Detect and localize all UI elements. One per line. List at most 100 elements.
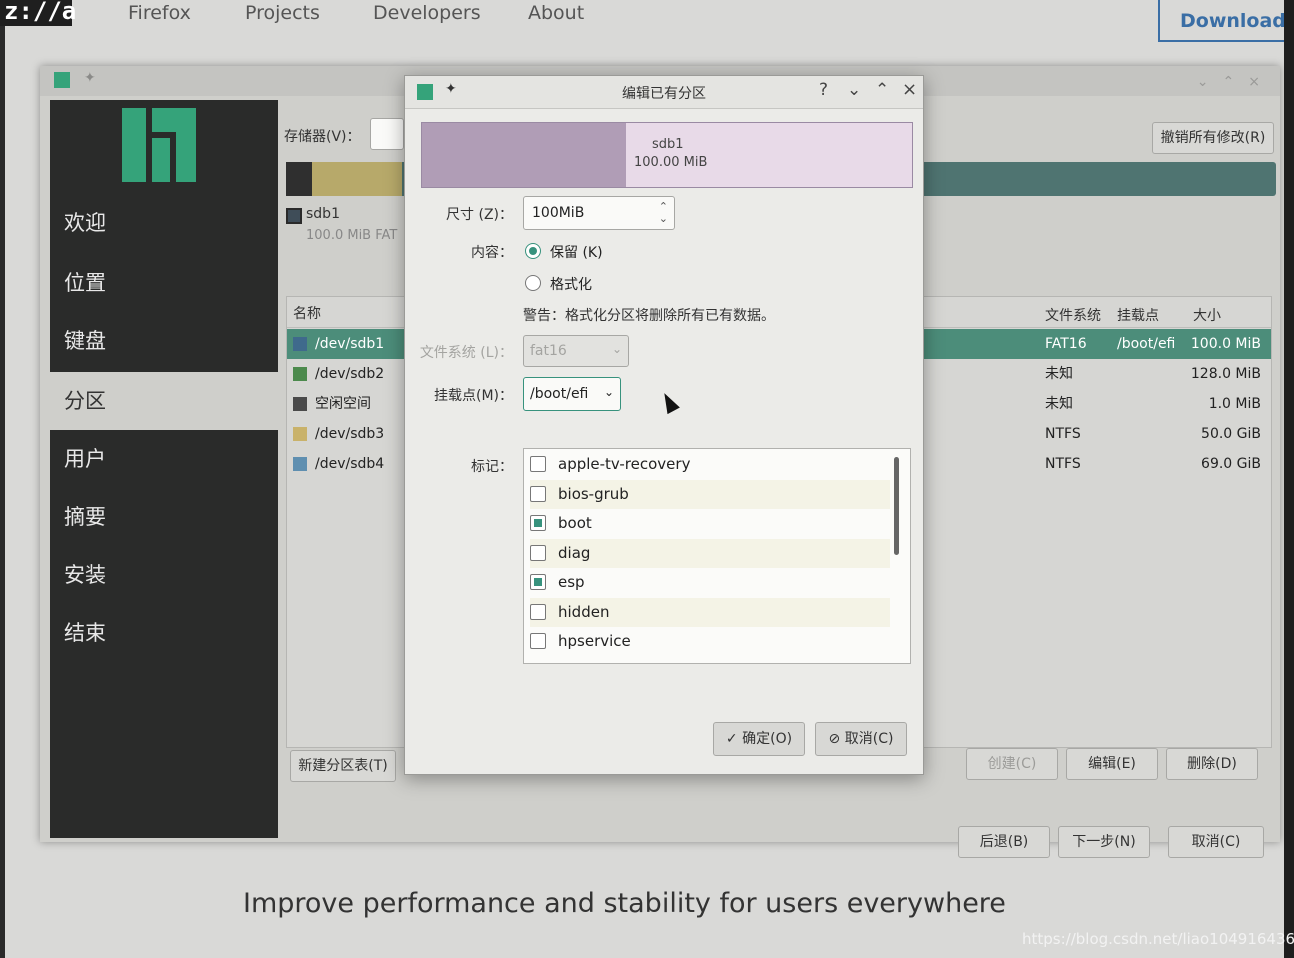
partition-size: 100.0 MiB — [1190, 336, 1261, 352]
flag-label[interactable]: hpservice — [558, 627, 631, 656]
format-radio-label[interactable]: 格式化 — [550, 274, 592, 294]
flag-item[interactable]: esp — [530, 568, 890, 597]
partition-name: 空闲空间 — [315, 396, 371, 412]
chevron-down-icon[interactable]: ⌄ — [604, 385, 614, 399]
mountpoint-value: /boot/efi — [530, 386, 589, 402]
size-value: 100MiB — [532, 205, 585, 221]
flag-checkbox[interactable] — [530, 485, 546, 502]
flag-item[interactable]: bios-grub — [530, 479, 890, 509]
partition-size: 1.0 MiB — [1208, 396, 1261, 412]
delete-button[interactable]: 删除(D) — [1166, 748, 1258, 780]
partition-preview-size: 100.00 MiB — [634, 155, 708, 170]
partition-name: /dev/sdb3 — [315, 426, 385, 442]
next-button[interactable]: 下一步(N) — [1058, 826, 1150, 858]
column-filesystem[interactable]: 文件系统 — [1045, 305, 1101, 325]
window-controls[interactable]: ⌄⌃× — [1197, 74, 1274, 90]
edit-button[interactable]: 编辑(E) — [1066, 748, 1158, 780]
legend-swatch — [286, 208, 302, 224]
storage-select[interactable] — [370, 118, 404, 150]
partition-filesystem: 未知 — [1045, 366, 1073, 382]
storage-label: 存储器(V)： — [284, 129, 361, 145]
flag-item[interactable]: apple-tv-recovery — [530, 450, 890, 479]
flag-label[interactable]: diag — [558, 539, 590, 568]
keep-radio-label[interactable]: 保留 (K) — [550, 242, 603, 262]
flag-label[interactable]: bios-grub — [558, 480, 629, 509]
partition-color-swatch — [293, 367, 307, 381]
minimize-button[interactable]: ⌄ — [847, 80, 861, 100]
sidebar-step-finish: 结束 — [64, 621, 106, 645]
nav-about[interactable]: About — [528, 2, 584, 24]
nav-projects[interactable]: Projects — [245, 2, 320, 24]
partition-size: 128.0 MiB — [1190, 366, 1261, 382]
size-spinbox[interactable]: 100MiB ⌃ ⌄ — [523, 196, 675, 230]
right-frame-edge — [1284, 0, 1294, 958]
close-button[interactable]: × — [902, 79, 917, 100]
flag-label[interactable]: boot — [558, 509, 592, 538]
flags-list: apple-tv-recovery bios-grub boot diag esp hid… — [523, 448, 911, 664]
sidebar-step-install: 安装 — [64, 563, 106, 587]
back-button[interactable]: 后退(B) — [958, 826, 1050, 858]
flag-label[interactable]: hidden — [558, 598, 609, 627]
filesystem-select[interactable]: fat16 ⌄ — [523, 335, 629, 367]
partition-preview-name: sdb1 — [652, 137, 684, 152]
nav-firefox[interactable]: Firefox — [128, 2, 191, 24]
cancel-button-label: 取消(C) — [844, 731, 894, 747]
legend-name: sdb1 — [306, 206, 340, 222]
check-icon: ✓ — [725, 731, 738, 747]
flag-item[interactable]: hpservice — [530, 627, 890, 656]
ok-button-label: 确定(O) — [742, 731, 793, 747]
keep-radio[interactable] — [525, 243, 541, 259]
flag-checkbox[interactable] — [530, 603, 546, 620]
content-label: 内容： — [471, 245, 513, 261]
maximize-button[interactable]: ⌃ — [875, 80, 889, 100]
flag-item[interactable]: boot — [530, 509, 890, 538]
spin-arrows-icon[interactable]: ⌃ ⌄ — [659, 201, 668, 225]
help-button[interactable]: ? — [819, 80, 828, 100]
ok-button[interactable]: ✓ 确定(O) — [713, 722, 805, 756]
cancel-install-button[interactable]: 取消(C) — [1168, 826, 1264, 858]
flag-checkbox[interactable] — [530, 515, 546, 531]
flag-checkbox[interactable] — [530, 633, 546, 649]
left-frame-edge — [0, 0, 5, 958]
download-button[interactable]: Download F — [1158, 0, 1294, 42]
flag-checkbox[interactable] — [530, 456, 546, 472]
nav-developers[interactable]: Developers — [373, 2, 481, 24]
partition-preview-fill — [422, 123, 626, 187]
site-tagline: Improve performance and stability for us… — [243, 888, 1006, 919]
sidebar-step-partitions: 分区 — [50, 372, 278, 430]
flag-item[interactable]: diag — [530, 538, 890, 568]
column-name[interactable]: 名称 — [293, 303, 321, 323]
sidebar-step-users: 用户 — [64, 447, 106, 471]
partition-size: 50.0 GiB — [1201, 426, 1261, 442]
flag-label[interactable]: esp — [558, 568, 585, 597]
partition-color-swatch — [293, 397, 307, 411]
flags-scrollbar[interactable] — [894, 457, 899, 555]
chevron-down-icon: ⌄ — [611, 342, 622, 356]
create-button[interactable]: 创建(C) — [966, 748, 1058, 780]
revert-all-button[interactable]: 撤销所有修改(R) — [1152, 122, 1274, 154]
partition-name: /dev/sdb4 — [315, 456, 385, 472]
column-mountpoint[interactable]: 挂载点 — [1117, 305, 1159, 325]
partition-name: /dev/sdb1 — [315, 336, 385, 352]
flag-checkbox[interactable] — [530, 574, 546, 590]
sidebar-step-keyboard: 键盘 — [64, 329, 106, 353]
legend-detail: 100.0 MiB FAT — [306, 228, 398, 243]
sidebar-step-welcome: 欢迎 — [64, 211, 106, 235]
new-partition-table-button[interactable]: 新建分区表(T) — [290, 750, 396, 782]
flag-checkbox[interactable] — [530, 544, 546, 561]
column-size[interactable]: 大小 — [1193, 305, 1221, 325]
partition-filesystem: NTFS — [1045, 456, 1081, 472]
pin-icon[interactable]: ✦ — [84, 70, 96, 86]
mountpoint-combobox[interactable]: /boot/efi ⌄ — [523, 377, 621, 411]
mountpoint-label: 挂载点(M)： — [433, 388, 513, 404]
dialog-titlebar: ✦ 编辑已有分区 ? ⌄ ⌃ × — [405, 76, 923, 109]
dialog-cancel-button[interactable]: ⊘ 取消(C) — [815, 722, 907, 756]
format-radio[interactable] — [525, 275, 541, 291]
partition-size: 69.0 GiB — [1201, 456, 1261, 472]
partition-filesystem: NTFS — [1045, 426, 1081, 442]
flag-label[interactable]: apple-tv-recovery — [558, 450, 690, 479]
size-label: 尺寸 (Z)： — [446, 207, 513, 223]
dialog-title: 编辑已有分区 — [622, 86, 706, 102]
flag-item[interactable]: hidden — [530, 597, 890, 627]
site-logo[interactable]: z://a — [0, 0, 76, 26]
